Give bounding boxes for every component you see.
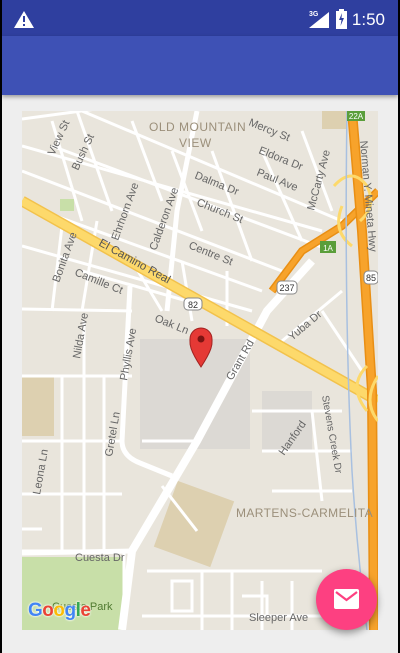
- label-old-mountain-view-1: OLD MOUNTAIN: [149, 120, 246, 134]
- app-screen: 3G 1:50 82 237 85 22A 1A OLD MOUNTAIN VI…: [2, 0, 398, 653]
- shield-82: 82: [183, 297, 203, 311]
- map-view[interactable]: 82 237 85 22A 1A OLD MOUNTAIN VIEW Mercy…: [22, 111, 378, 630]
- exit-22a-sign: 22A: [347, 111, 365, 121]
- google-logo: Google: [28, 600, 91, 621]
- battery-charging-icon: [336, 9, 347, 29]
- app-bar: [2, 36, 398, 95]
- exit-1a-sign: 1A: [320, 241, 336, 253]
- svg-text:85: 85: [366, 273, 376, 283]
- label-cuesta-dr: Cuesta Dr: [75, 552, 125, 564]
- email-icon: [334, 589, 359, 609]
- map-canvas[interactable]: 82 237 85 22A 1A OLD MOUNTAIN VIEW Mercy…: [22, 111, 378, 630]
- signal-icon: [309, 12, 329, 28]
- shield-85: 85: [363, 270, 378, 285]
- email-fab-button[interactable]: [316, 569, 377, 630]
- status-time: 1:50: [351, 10, 385, 29]
- warning-icon: [14, 11, 34, 28]
- shield-237: 237: [276, 280, 298, 295]
- svg-text:22A: 22A: [349, 112, 364, 121]
- land-area: [22, 376, 54, 436]
- label-martens-carmelita: MARTENS-CARMELITA: [236, 506, 373, 520]
- label-old-mountain-view-2: VIEW: [179, 136, 212, 150]
- land-area: [322, 111, 347, 129]
- svg-text:237: 237: [279, 283, 294, 293]
- label-sleeper-ave: Sleeper Ave: [249, 612, 308, 624]
- svg-text:1A: 1A: [323, 244, 333, 253]
- svg-text:82: 82: [188, 300, 198, 310]
- park-area: [60, 199, 74, 211]
- status-bar: 3G 1:50: [2, 0, 398, 36]
